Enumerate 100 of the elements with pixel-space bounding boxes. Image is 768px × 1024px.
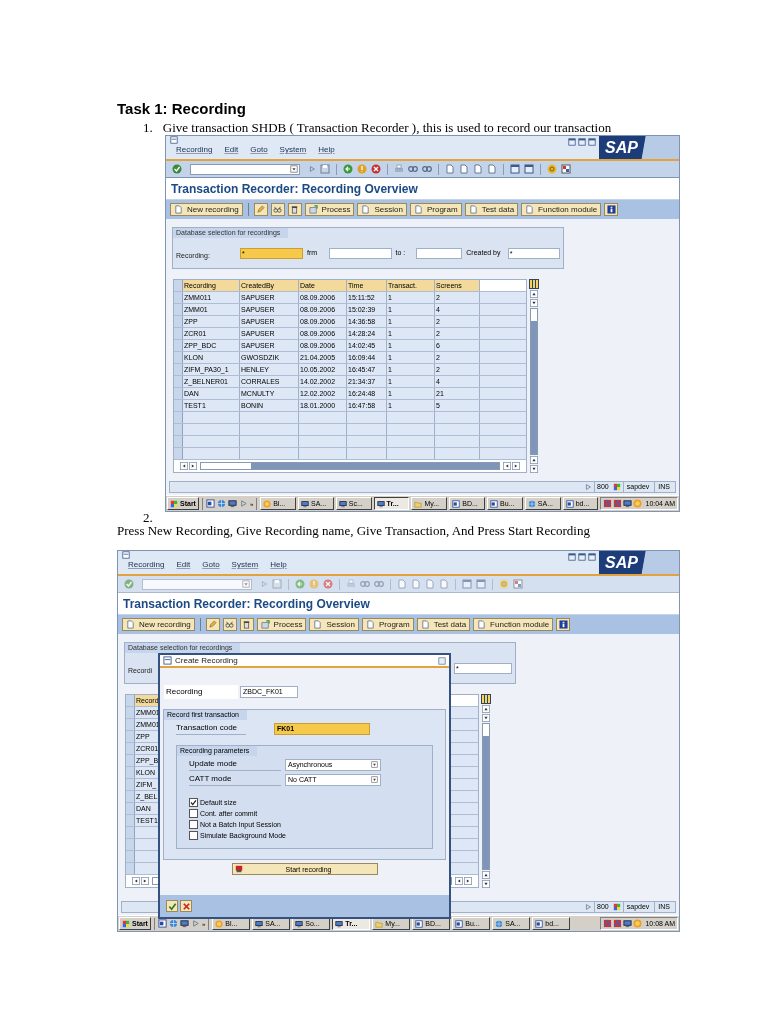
check-icon[interactable] [124, 579, 134, 589]
menu-item[interactable]: Recording [176, 145, 213, 155]
cancel-icon[interactable] [371, 164, 381, 174]
tray-icon[interactable] [603, 499, 613, 508]
shortcut-icon[interactable] [524, 164, 534, 174]
input-field[interactable] [328, 247, 392, 259]
toolbar-button[interactable]: New recording [122, 618, 195, 631]
row-selector[interactable] [126, 815, 135, 826]
confirm-button[interactable] [166, 900, 178, 912]
checkbox[interactable] [189, 809, 198, 818]
find-next-icon[interactable] [374, 579, 384, 589]
help-icon[interactable] [547, 164, 557, 174]
row-selector[interactable] [174, 424, 183, 435]
check-icon[interactable] [172, 164, 182, 174]
delete-button[interactable] [287, 203, 302, 216]
last-page-icon[interactable] [487, 164, 497, 174]
scroll-right-icon[interactable] [464, 877, 472, 885]
new-session-icon[interactable] [510, 164, 520, 174]
display-button[interactable] [270, 203, 285, 216]
tray-icon[interactable] [613, 919, 623, 928]
toolbar-button[interactable]: New recording [170, 203, 243, 216]
command-field[interactable] [142, 578, 252, 590]
menu-icon[interactable] [122, 551, 130, 559]
menu-item[interactable]: Edit [224, 145, 239, 155]
row-selector[interactable] [174, 388, 183, 399]
checkbox[interactable] [189, 831, 198, 840]
quick-launch-icon[interactable] [157, 919, 167, 928]
info-button[interactable] [604, 203, 619, 216]
previous-page-icon[interactable] [459, 164, 469, 174]
row-selector[interactable] [174, 400, 183, 411]
scroll-right-icon[interactable] [141, 877, 149, 885]
toolbar-button[interactable]: Test data [416, 618, 471, 631]
row-selector[interactable] [126, 803, 135, 814]
checkbox[interactable] [189, 798, 198, 807]
row-selector[interactable] [174, 304, 183, 315]
row-selector[interactable] [126, 851, 135, 862]
dropdown-icon[interactable] [242, 580, 250, 588]
row-selector[interactable] [174, 316, 183, 327]
checkbox[interactable] [189, 820, 198, 829]
command-field[interactable] [190, 163, 300, 175]
menu-item[interactable]: System [231, 560, 259, 570]
display-button[interactable] [222, 618, 237, 631]
menu-item[interactable]: Recording [128, 560, 165, 570]
scroll-up-icon[interactable] [482, 871, 490, 879]
toolbar-button[interactable]: Session [309, 618, 359, 631]
row-selector[interactable] [126, 827, 135, 838]
toolbar-button[interactable]: Program [409, 203, 462, 216]
next-page-icon[interactable] [425, 579, 435, 589]
layout-icon[interactable] [513, 579, 523, 589]
toolbar-button[interactable]: Process [256, 618, 307, 631]
menu-item[interactable]: Help [318, 145, 335, 155]
maximize-icon[interactable] [578, 553, 586, 561]
scroll-up-icon[interactable] [530, 290, 538, 298]
scroll-left-icon[interactable] [455, 877, 463, 885]
first-page-icon[interactable] [445, 164, 455, 174]
back-icon[interactable] [343, 164, 353, 174]
column-settings-icon[interactable] [529, 279, 539, 289]
row-selector[interactable] [174, 352, 183, 363]
quick-launch-icon[interactable] [179, 919, 189, 928]
row-selector[interactable] [174, 340, 183, 351]
row-selector[interactable] [126, 731, 135, 742]
system-icon[interactable] [612, 903, 621, 911]
edit-button[interactable] [253, 203, 268, 216]
scroll-up-icon[interactable] [530, 456, 538, 464]
back-triangle-icon[interactable] [260, 580, 268, 588]
row-selector[interactable] [126, 779, 135, 790]
row-selector[interactable] [174, 412, 183, 423]
shortcut-icon[interactable] [476, 579, 486, 589]
maximize-icon[interactable] [578, 138, 586, 146]
find-icon[interactable] [360, 579, 370, 589]
scroll-down-icon[interactable] [530, 299, 538, 307]
toolbar-button[interactable]: Test data [464, 203, 519, 216]
info-button[interactable] [556, 618, 571, 631]
print-icon[interactable] [394, 164, 404, 174]
menu-item[interactable]: Goto [202, 560, 220, 570]
exit-icon[interactable] [357, 164, 367, 174]
row-selector[interactable] [174, 436, 183, 447]
cancel-icon[interactable] [323, 579, 333, 589]
system-icon[interactable] [612, 483, 621, 491]
back-triangle-icon[interactable] [308, 165, 316, 173]
tray-icon[interactable] [623, 919, 633, 928]
save-icon[interactable] [272, 579, 282, 589]
select-all-cell[interactable] [126, 695, 135, 706]
quick-launch-icon[interactable] [227, 499, 237, 508]
toolbar-button[interactable]: Session [357, 203, 407, 216]
toolbar-button[interactable]: Program [361, 618, 414, 631]
scroll-left-icon[interactable] [503, 462, 511, 470]
delete-button[interactable] [239, 618, 254, 631]
save-icon[interactable] [320, 164, 330, 174]
first-page-icon[interactable] [397, 579, 407, 589]
menu-item[interactable]: Edit [176, 560, 191, 570]
row-selector[interactable] [174, 292, 183, 303]
menu-item[interactable]: Help [270, 560, 287, 570]
minimize-icon[interactable] [568, 553, 576, 561]
back-icon[interactable] [295, 579, 305, 589]
row-selector[interactable] [126, 743, 135, 754]
tray-icon[interactable] [613, 499, 623, 508]
scroll-down-icon[interactable] [482, 714, 490, 722]
column-settings-icon[interactable] [481, 694, 491, 704]
layout-icon[interactable] [561, 164, 571, 174]
